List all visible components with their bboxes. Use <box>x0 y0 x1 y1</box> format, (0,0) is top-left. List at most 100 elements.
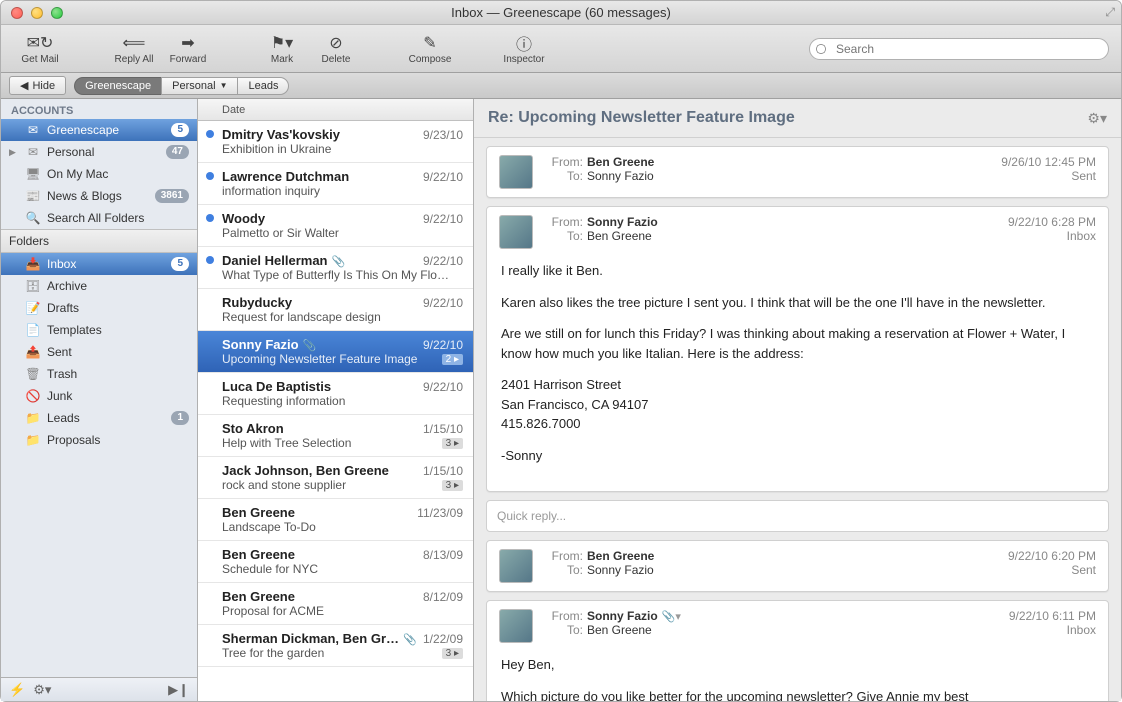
message-subject-preview: Requesting information <box>222 394 463 408</box>
toolbar: ✉︎↻ Get Mail ⟸ Reply All ➡ Forward ⚑▾ Ma… <box>1 25 1121 73</box>
mailbox-icon: ✉ <box>25 123 41 137</box>
message-date: 1/22/09 <box>423 632 463 646</box>
activity-icon[interactable]: ⚡ <box>9 682 25 698</box>
from-value: Sonny Fazio <box>587 215 658 229</box>
filter-bar: ◀ Hide Greenescape Personal ▼ Leads <box>1 73 1121 99</box>
sidebar-folder-inbox[interactable]: 📥Inbox5 <box>1 253 197 275</box>
to-value: Ben Greene <box>587 623 652 637</box>
message-row[interactable]: Woody9/22/10Palmetto or Sir Walter <box>198 205 473 247</box>
sidebar-account-news-&-blogs[interactable]: 📰News & Blogs3861 <box>1 185 197 207</box>
message-row[interactable]: Ben Greene8/13/09Schedule for NYC <box>198 541 473 583</box>
attachment-icon: 📎▾ <box>662 611 681 623</box>
sidebar-folder-archive[interactable]: 🗄Archive <box>1 275 197 297</box>
sidebar-folder-trash[interactable]: 🗑Trash <box>1 363 197 385</box>
message-row[interactable]: Sto Akron1/15/10Help with Tree Selection… <box>198 415 473 457</box>
stamp-icon: ⚑▾ <box>271 33 293 53</box>
message-row[interactable]: Daniel Hellerman📎9/22/10What Type of But… <box>198 247 473 289</box>
column-header-date[interactable]: Date <box>222 104 245 116</box>
avatar <box>499 215 533 249</box>
sidebar-folder-templates[interactable]: 📄Templates <box>1 319 197 341</box>
message-subject-preview: Help with Tree Selection <box>222 436 442 450</box>
quick-reply-input[interactable]: Quick reply... <box>486 500 1109 532</box>
message-datetime: 9/22/10 6:28 PM <box>1008 215 1096 229</box>
delete-button[interactable]: ⊘ Delete <box>309 27 363 71</box>
message-row[interactable]: Rubyducky9/22/10Request for landscape de… <box>198 289 473 331</box>
gear-icon[interactable]: ⚙▾ <box>33 682 51 698</box>
message-from: Daniel Hellerman📎 <box>222 253 423 268</box>
folder-icon: 🚫 <box>25 389 41 403</box>
seg-personal[interactable]: Personal ▼ <box>161 77 237 95</box>
message-subject-preview: Palmetto or Sir Walter <box>222 226 463 240</box>
folder-icon: 📝 <box>25 301 41 315</box>
forward-button[interactable]: ➡ Forward <box>161 27 215 71</box>
from-label: From: <box>543 609 583 623</box>
get-mail-button[interactable]: ✉︎↻ Get Mail <box>13 27 67 71</box>
disclosure-triangle-icon[interactable]: ▶ <box>9 147 19 158</box>
attachment-icon: 📎 <box>303 340 317 352</box>
inspector-button[interactable]: ⓘ Inspector <box>497 27 551 71</box>
message-date: 9/22/10 <box>423 296 463 310</box>
message-row[interactable]: Sherman Dickman, Ben Gr…📎1/22/09Tree for… <box>198 625 473 667</box>
reply-all-button[interactable]: ⟸ Reply All <box>107 27 161 71</box>
message-body: I really like it Ben.Karen also likes th… <box>487 257 1108 491</box>
message-subject-preview: What Type of Butterfly Is This On My Flo… <box>222 268 463 282</box>
thread-message: From:Sonny Fazio📎▾To:Ben Greene9/22/10 6… <box>486 600 1109 701</box>
reply-all-icon: ⟸ <box>123 33 146 53</box>
fullscreen-icon[interactable]: ⤢ <box>1105 5 1115 20</box>
no-entry-icon: ⊘ <box>329 33 342 53</box>
message-subject-preview: information inquiry <box>222 184 463 198</box>
sidebar-item-label: Greenescape <box>47 123 165 137</box>
sidebar-folder-proposals[interactable]: 📁Proposals <box>1 429 197 451</box>
sidebar-folder-sent[interactable]: 📤Sent <box>1 341 197 363</box>
message-row[interactable]: Ben Greene11/23/09Landscape To-Do <box>198 499 473 541</box>
folder-icon: 📁 <box>25 433 41 447</box>
minimize-window-button[interactable] <box>31 7 43 19</box>
seg-greenescape[interactable]: Greenescape <box>74 77 161 95</box>
count-badge: 5 <box>171 257 189 271</box>
message-row[interactable]: Luca De Baptistis9/22/10Requesting infor… <box>198 373 473 415</box>
message-from: Ben Greene <box>222 589 423 604</box>
pencil-icon: ✎ <box>423 33 436 53</box>
message-subject-preview: Proposal for ACME <box>222 604 463 618</box>
message-folder: Inbox <box>1008 229 1096 243</box>
collapse-icon: ◀ <box>20 79 28 92</box>
message-row[interactable]: Dmitry Vas'kovskiy9/23/10Exhibition in U… <box>198 121 473 163</box>
message-row[interactable]: Jack Johnson, Ben Greene1/15/10rock and … <box>198 457 473 499</box>
message-from: Rubyducky <box>222 295 423 310</box>
attachment-icon: 📎 <box>332 256 346 268</box>
message-date: 8/13/09 <box>423 548 463 562</box>
sidebar-folder-junk[interactable]: 🚫 Junk <box>1 385 197 407</box>
to-label: To: <box>543 563 583 577</box>
thread-message[interactable]: From:Ben GreeneTo:Sonny Fazio9/22/10 6:2… <box>486 540 1109 592</box>
sidebar-account-on-my-mac[interactable]: 🖥On My Mac <box>1 163 197 185</box>
message-date: 1/15/10 <box>423 422 463 436</box>
count-badge: 47 <box>166 145 189 159</box>
hide-sidebar-button[interactable]: ◀ Hide <box>9 76 66 95</box>
message-subject-preview: Exhibition in Ukraine <box>222 142 463 156</box>
zoom-window-button[interactable] <box>51 7 63 19</box>
message-row[interactable]: Lawrence Dutchman9/22/10information inqu… <box>198 163 473 205</box>
preview-toggle-icon[interactable]: ▶❙ <box>168 682 189 698</box>
sidebar-item-label: Junk <box>47 389 189 403</box>
sidebar-folder-leads[interactable]: 📁Leads1 <box>1 407 197 429</box>
compose-button[interactable]: ✎ Compose <box>403 27 457 71</box>
thread-message[interactable]: From:Ben GreeneTo:Sonny Fazio9/26/10 12:… <box>486 146 1109 198</box>
window-title: Inbox — Greenescape (60 messages) <box>1 5 1121 20</box>
sidebar-account-search-all-folders[interactable]: 🔍Search All Folders <box>1 207 197 229</box>
account-segmented-control: Greenescape Personal ▼ Leads <box>74 77 289 95</box>
sidebar-folder-drafts[interactable]: 📝Drafts <box>1 297 197 319</box>
message-actions-gear-icon[interactable]: ⚙▾ <box>1087 110 1107 127</box>
message-row[interactable]: Ben Greene8/12/09Proposal for ACME <box>198 583 473 625</box>
message-date: 9/22/10 <box>423 212 463 226</box>
thread-count-badge: 3 ▸ <box>442 480 463 491</box>
mark-button[interactable]: ⚑▾ Mark <box>255 27 309 71</box>
message-datetime: 9/26/10 12:45 PM <box>1001 155 1096 169</box>
seg-leads[interactable]: Leads <box>237 77 289 95</box>
search-input[interactable] <box>809 38 1109 60</box>
to-value: Sonny Fazio <box>587 169 654 183</box>
attachment-icon: 📎 <box>403 634 417 646</box>
close-window-button[interactable] <box>11 7 23 19</box>
sidebar-account-greenescape[interactable]: ✉Greenescape5 <box>1 119 197 141</box>
sidebar-account-personal[interactable]: ▶✉Personal47 <box>1 141 197 163</box>
message-row[interactable]: Sonny Fazio📎9/22/10Upcoming Newsletter F… <box>198 331 473 373</box>
